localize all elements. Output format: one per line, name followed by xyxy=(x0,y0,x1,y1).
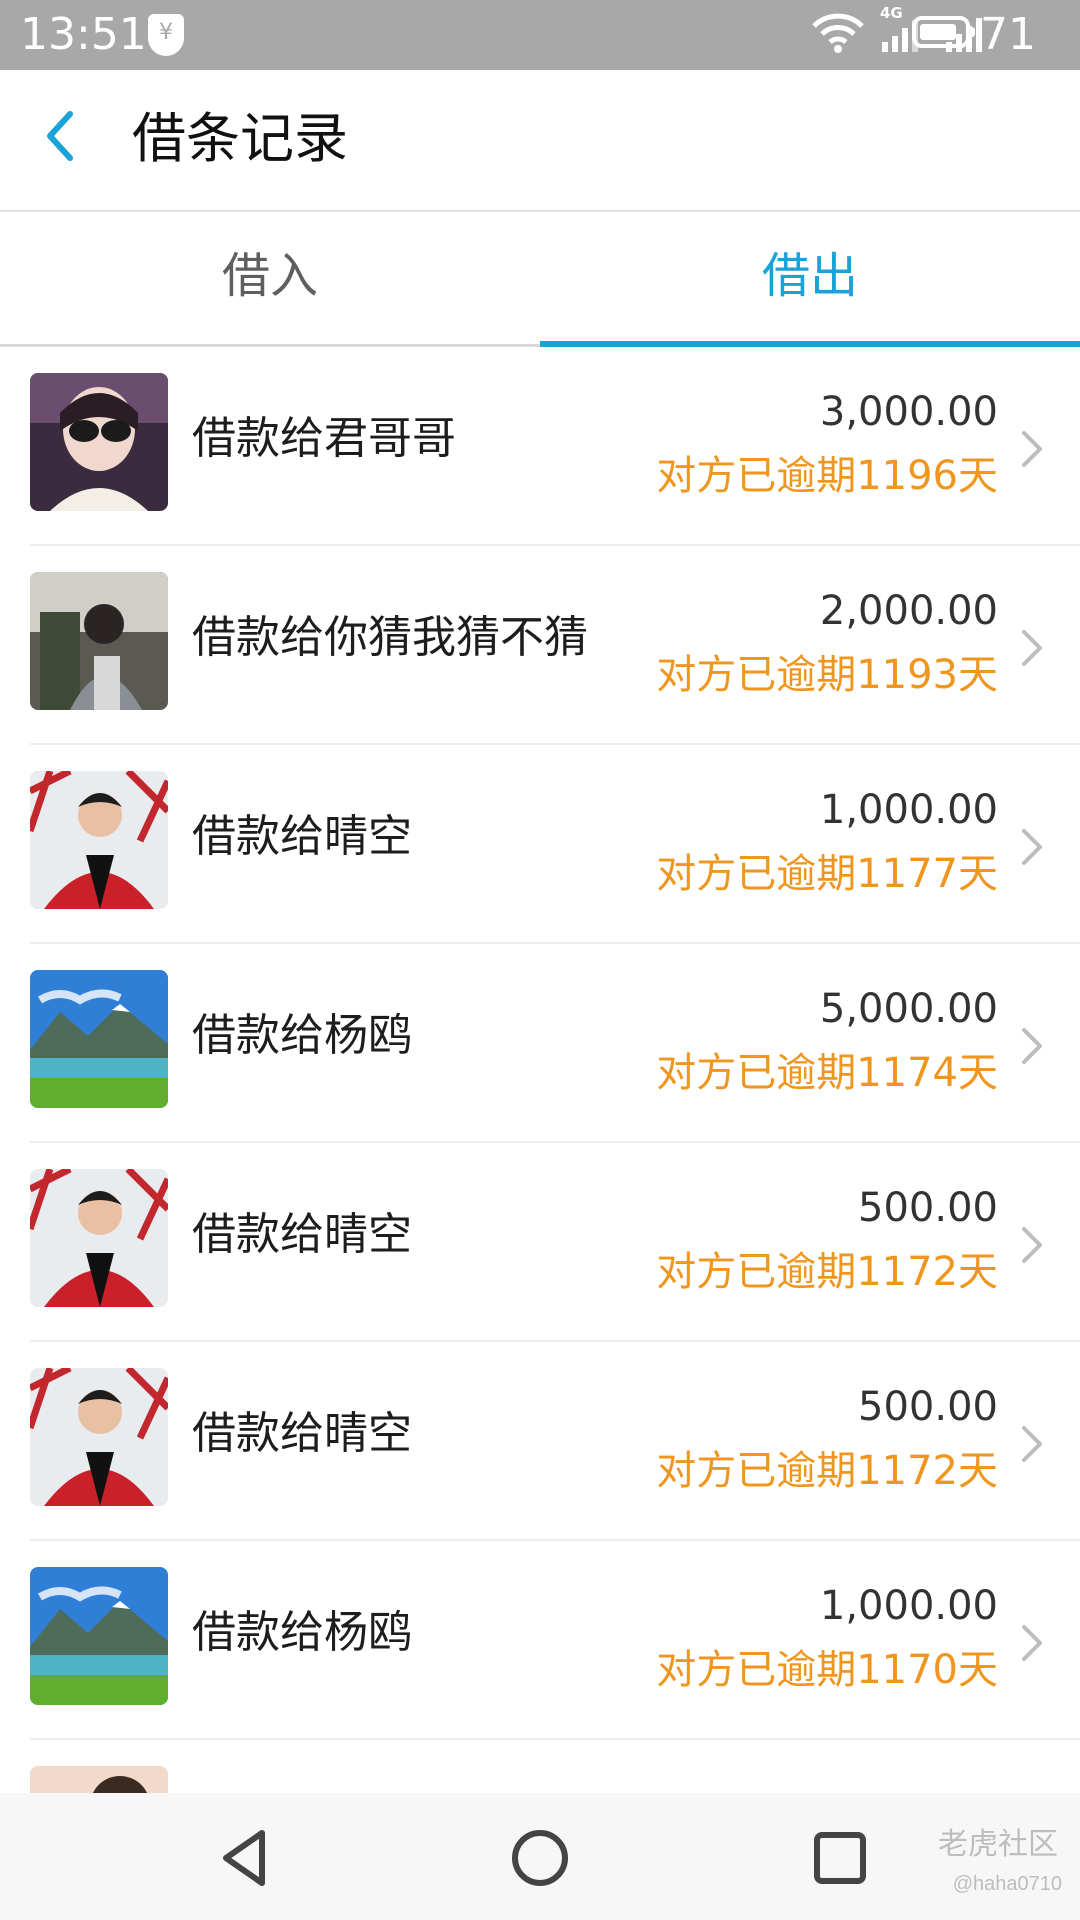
watermark-user: @haha0710 xyxy=(952,1873,1062,1895)
back-button[interactable] xyxy=(40,106,100,176)
chevron-right-icon xyxy=(1022,1227,1042,1263)
loan-list-item[interactable]: 借款给晴空 500.00 对方已逾期1172天 xyxy=(0,1143,1080,1342)
avatar-mountain-lake xyxy=(30,970,168,1108)
loan-amount: 2,000.00 xyxy=(819,588,998,634)
loan-list-item[interactable]: 借款给君哥哥 3,000.00 对方已逾期1196天 xyxy=(0,347,1080,546)
loan-overdue-status: 对方已逾期1196天 xyxy=(656,453,998,499)
nav-recents-button[interactable] xyxy=(805,1823,875,1893)
app-header: 借条记录 xyxy=(0,70,1080,212)
loan-list-item[interactable]: 借款给你猜我猜不猜 2,000.00 对方已逾期1193天 xyxy=(0,546,1080,745)
loan-overdue-status: 对方已逾期1177天 xyxy=(656,851,998,897)
chevron-right-icon xyxy=(1022,1028,1042,1064)
nav-home-button[interactable] xyxy=(505,1823,575,1893)
loan-list-item[interactable]: 借款给晴空 1,000.00 对方已逾期1177天 xyxy=(0,745,1080,944)
loan-overdue-status: 对方已逾期1172天 xyxy=(656,1249,998,1295)
avatar-man-red-jacket xyxy=(30,771,168,909)
loan-amount: 1,000.00 xyxy=(819,787,998,833)
shield-yuan-icon: ¥ xyxy=(148,14,184,56)
loan-amount: 3,000.00 xyxy=(819,389,998,435)
watermark-text: 老虎社区 xyxy=(938,1828,1058,1861)
avatar-man-red-jacket xyxy=(30,1368,168,1506)
status-bar: 13:51 ¥ 4G 71 xyxy=(0,0,1080,70)
avatar-mountain-lake xyxy=(30,1567,168,1705)
loan-name: 借款给杨鸥 xyxy=(192,1607,412,1658)
loan-amount: 500.00 xyxy=(858,1185,998,1231)
tab-bar: 借入 借出 xyxy=(0,212,1080,347)
system-nav-bar: 老虎社区 @haha0710 xyxy=(0,1793,1080,1920)
loan-list: 借款给君哥哥 3,000.00 对方已逾期1196天 借款给你猜我猜不猜 2,0… xyxy=(0,347,1080,1793)
circle-home-icon xyxy=(512,1830,568,1886)
chevron-right-icon xyxy=(1022,829,1042,865)
nav-back-button[interactable] xyxy=(210,1823,280,1893)
battery-icon xyxy=(912,16,975,48)
loan-list-item[interactable]: 借款给杨鸥 5,000.00 对方已逾期1174天 xyxy=(0,944,1080,1143)
triangle-back-icon xyxy=(223,1830,265,1886)
status-time: 13:51 xyxy=(20,9,147,60)
loan-overdue-status: 对方已逾期1174天 xyxy=(656,1050,998,1096)
chevron-left-icon xyxy=(47,111,73,161)
loan-list-item[interactable]: 借款给晴空 500.00 对方已逾期1172天 xyxy=(0,1342,1080,1541)
wifi-icon xyxy=(812,13,864,53)
battery-level: 71 xyxy=(980,9,1036,60)
loan-amount: 1,000.00 xyxy=(819,1583,998,1629)
loan-name: 借款给杨鸥 xyxy=(192,1010,412,1061)
loan-name: 借款给君哥哥 xyxy=(192,413,456,464)
loan-overdue-status: 对方已逾期1172天 xyxy=(656,1448,998,1494)
chevron-right-icon xyxy=(1022,1625,1042,1661)
chevron-right-icon xyxy=(1022,630,1042,666)
loan-list-item-partial[interactable] xyxy=(0,1740,1080,1793)
page-title: 借条记录 xyxy=(132,107,348,170)
avatar-woman-sunglasses xyxy=(30,373,168,511)
loan-name: 借款给晴空 xyxy=(192,811,412,862)
avatar-girl-outdoor xyxy=(30,572,168,710)
loan-overdue-status: 对方已逾期1193天 xyxy=(656,652,998,698)
loan-amount: 5,000.00 xyxy=(819,986,998,1032)
chevron-right-icon xyxy=(1022,431,1042,467)
loan-name: 借款给晴空 xyxy=(192,1408,412,1459)
avatar-partial xyxy=(30,1766,168,1793)
tab-borrowed-in[interactable]: 借入 xyxy=(0,212,540,344)
chevron-right-icon xyxy=(1022,1426,1042,1462)
loan-amount: 500.00 xyxy=(858,1384,998,1430)
loan-name: 借款给晴空 xyxy=(192,1209,412,1260)
loan-name: 借款给你猜我猜不猜 xyxy=(192,612,588,663)
loan-list-item[interactable]: 借款给杨鸥 1,000.00 对方已逾期1170天 xyxy=(0,1541,1080,1740)
square-recents-icon xyxy=(814,1832,866,1884)
avatar-man-red-jacket xyxy=(30,1169,168,1307)
tab-lent-out[interactable]: 借出 xyxy=(540,212,1080,344)
loan-overdue-status: 对方已逾期1170天 xyxy=(656,1647,998,1693)
